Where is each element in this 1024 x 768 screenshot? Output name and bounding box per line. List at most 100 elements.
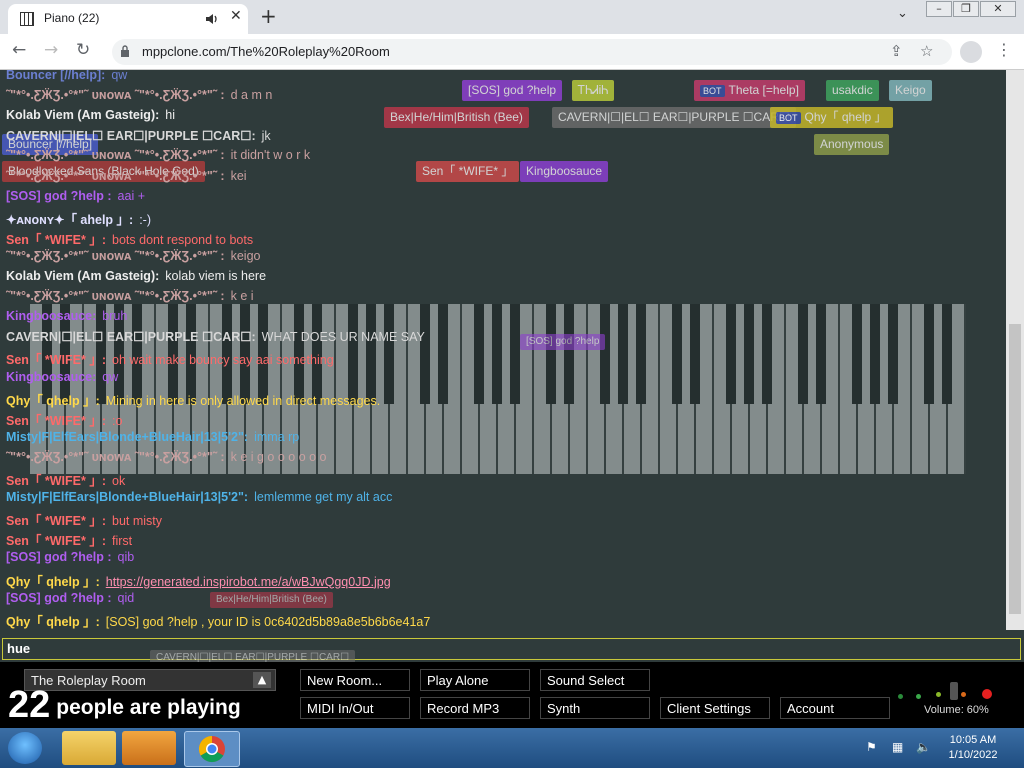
chat-message-author[interactable]: Sen「 *WIFE* 」: [6, 414, 106, 428]
chat-message-author[interactable]: CAVERN|☐|EL☐ EAR☐|PURPLE ☐CAR☐: [6, 129, 256, 143]
chat-message-author[interactable]: CAVERN|☐|EL☐ EAR☐|PURPLE ☐CAR☐: [6, 330, 256, 344]
flag-icon[interactable]: ⚑ [866, 740, 877, 754]
chat-message: Kingboosauce: qw [6, 370, 118, 384]
chat-message-author[interactable]: Kingboosauce: [6, 309, 96, 323]
media-player-icon[interactable] [122, 731, 176, 765]
new-tab-button[interactable]: + [260, 4, 277, 28]
taskbar: ⚑ ▦ 🔈 10:05 AM 1/10/2022 [0, 728, 1024, 768]
chat-message-text: aai + [117, 188, 146, 203]
chat-message-text: lemlemme get my alt acc [254, 490, 393, 505]
reload-icon[interactable]: ↻ [76, 40, 90, 60]
forward-icon[interactable]: → [44, 40, 58, 60]
start-button-icon[interactable] [8, 732, 42, 764]
chat-message: Sen「 *WIFE* 」: but misty [6, 510, 162, 529]
chat-message: Sen「 *WIFE* 」: oh wait make bouncy say aa… [6, 349, 334, 368]
volume-control[interactable]: Volume: 60% [896, 680, 1006, 720]
chat-message: CAVERN|☐|EL☐ EAR☐|PURPLE ☐CAR☐: jk [6, 128, 271, 143]
kebab-menu-icon[interactable]: ⋮ [996, 40, 1012, 59]
chat-message-author[interactable]: [SOS] god ?help : [6, 189, 112, 203]
chat-message-text: keigo [230, 248, 261, 263]
chat-message-author[interactable]: Kolab Viem (Am Gasteig): [6, 269, 159, 283]
chat-message-author[interactable]: Misty|F|ElfEars|Blonde+BlueHair|13|5'2": [6, 430, 248, 444]
chat-message-author[interactable]: Sen「 *WIFE* 」: [6, 353, 106, 367]
clock[interactable]: 10:05 AM 1/10/2022 [948, 733, 998, 763]
player-count-label: people are playing [56, 696, 241, 719]
file-explorer-icon[interactable] [62, 731, 116, 765]
lock-icon [121, 45, 129, 57]
network-icon[interactable]: ▦ [892, 740, 903, 754]
chat-message-text: kolab viem is here [165, 269, 267, 283]
chat-message-author[interactable]: ˜"*°•.ƸӜƷ.•°*"˜ ᴜɴᴏᴡᴀ ˜"*°•.ƸӜƷ.•°*"˜ : [6, 289, 225, 303]
address-bar[interactable]: mppclone.com/The%20Roleplay%20Room ⇪ ☆ [112, 39, 952, 65]
chat-message-author[interactable]: Sen「 *WIFE* 」: [6, 514, 106, 528]
cursor-name-label: [SOS] god ?help [520, 334, 606, 350]
back-icon[interactable]: ← [12, 40, 26, 60]
chat-message-author[interactable]: Qhy「 qhelp 」: [6, 394, 100, 408]
chat-message-author[interactable]: Qhy「 qhelp 」: [6, 575, 100, 589]
chat-message: Qhy「 qhelp 」: [SOS] god ?help , your ID i… [6, 611, 430, 630]
speaker-icon[interactable]: 🔈 [916, 740, 931, 754]
chat-message-author[interactable]: Kolab Viem (Am Gasteig): [6, 108, 159, 122]
browser-toolbar: ← → ↻ mppclone.com/The%20Roleplay%20Room… [0, 34, 1024, 70]
sound-select-button[interactable]: Sound Select [540, 669, 650, 691]
chat-message-text: Mining in here is only allowed in direct… [105, 393, 381, 408]
maximize-icon[interactable]: ❐ [953, 1, 979, 17]
chat-message-author[interactable]: Sen「 *WIFE* 」: [6, 233, 106, 247]
chat-scrollbar[interactable] [1006, 70, 1024, 630]
chat-message-author[interactable]: ˜"*°•.ƸӜƷ.•°*"˜ ᴜɴᴏᴡᴀ ˜"*°•.ƸӜƷ.•°*"˜ : [6, 249, 225, 263]
chat-message-author[interactable]: Kingboosauce: [6, 370, 96, 384]
synth-button[interactable]: Synth [540, 697, 650, 719]
chat-message-author[interactable]: Misty|F|ElfEars|Blonde+BlueHair|13|5'2": [6, 490, 248, 504]
chat-message-text: ok [112, 474, 126, 488]
chat-message-author[interactable]: ✦ᴀɴᴏɴʏ✦「 ahelp 」: [6, 213, 133, 227]
midi-button[interactable]: MIDI In/Out [300, 697, 410, 719]
volume-knob[interactable] [950, 682, 958, 700]
close-window-icon[interactable]: ✕ [980, 1, 1016, 17]
chevron-down-icon[interactable]: ⌄ [897, 6, 908, 21]
chat-message-author[interactable]: ˜"*°•.ƸӜƷ.•°*"˜ ᴜɴᴏᴡᴀ ˜"*°•.ƸӜƷ.•°*"˜ : [6, 148, 225, 162]
record-mp3-button[interactable]: Record MP3 [420, 697, 530, 719]
chat-message: ✦ᴀɴᴏɴʏ✦「 ahelp 」::-) [6, 209, 151, 228]
chat-message-text: but misty [112, 514, 163, 529]
minimize-icon[interactable]: – [926, 1, 952, 17]
audio-icon[interactable] [205, 12, 219, 26]
chat-message-author[interactable]: Sen「 *WIFE* 」: [6, 474, 106, 488]
browser-tab[interactable]: Piano (22) ✕ [8, 4, 248, 34]
chat-message: ˜"*°•.ƸӜƷ.•°*"˜ ᴜɴᴏᴡᴀ ˜"*°•.ƸӜƷ.•°*"˜ : k… [6, 169, 247, 183]
scrollbar-thumb[interactable] [1009, 324, 1021, 614]
chat-message-author[interactable]: Qhy「 qhelp 」: [6, 615, 100, 629]
chat-message-author[interactable]: ˜"*°•.ƸӜƷ.•°*"˜ ᴜɴᴏᴡᴀ ˜"*°•.ƸӜƷ.•°*"˜ : [6, 88, 225, 102]
chat-message-author[interactable]: ˜"*°•.ƸӜƷ.•°*"˜ ᴜɴᴏᴡᴀ ˜"*°•.ƸӜƷ.•°*"˜ : [6, 169, 225, 183]
chat-message-author[interactable]: ˜"*°•.ƸӜƷ.•°*"˜ ᴜɴᴏᴡᴀ ˜"*°•.ƸӜƷ.•°*"˜ : [6, 450, 225, 464]
player-count: 22 people are playing [8, 684, 241, 727]
client-settings-button[interactable]: Client Settings [660, 697, 770, 719]
room-dropdown-arrow-icon[interactable]: ▲ [253, 672, 271, 688]
share-icon[interactable]: ⇪ [890, 42, 903, 60]
url-text[interactable]: mppclone.com/The%20Roleplay%20Room [142, 44, 390, 59]
chat-log: Bouncer [//help]: qw ˜"*°•.ƸӜƷ.•°*"˜ ᴜɴᴏᴡᴀ… [6, 70, 996, 630]
chat-message-text: k e i [230, 289, 254, 304]
chat-message: [SOS] god ?help : qid [6, 591, 134, 605]
volume-dot [916, 694, 921, 699]
star-icon[interactable]: ☆ [920, 42, 933, 60]
new-room-button[interactable]: New Room... [300, 669, 410, 691]
chat-message-author[interactable]: Bouncer [//help]: [6, 70, 105, 82]
chat-message: Sen「 *WIFE* 」::o [6, 410, 122, 429]
cursor-name-label: Bex|He/Him|British (Bee) [210, 592, 333, 608]
chrome-app-icon[interactable] [184, 731, 240, 767]
chat-message-author[interactable]: Sen「 *WIFE* 」: [6, 534, 106, 548]
chat-message-link[interactable]: https://generated.inspirobot.me/a/wBJwQg… [106, 575, 391, 589]
close-tab-icon[interactable]: ✕ [230, 8, 242, 24]
volume-dot [982, 689, 992, 699]
chat-message: Bouncer [//help]: qw [6, 70, 127, 82]
chat-message: CAVERN|☐|EL☐ EAR☐|PURPLE ☐CAR☐: WHAT DOES… [6, 329, 425, 344]
volume-dot [936, 692, 941, 697]
chat-message-text: qw [102, 369, 119, 384]
play-alone-button[interactable]: Play Alone [420, 669, 530, 691]
clock-time: 10:05 AM [949, 734, 997, 746]
chat-message-author[interactable]: [SOS] god ?help : [6, 550, 112, 564]
profile-icon[interactable] [960, 41, 982, 63]
chat-message-author[interactable]: [SOS] god ?help : [6, 591, 112, 605]
chat-message: ˜"*°•.ƸӜƷ.•°*"˜ ᴜɴᴏᴡᴀ ˜"*°•.ƸӜƷ.•°*"˜ : k… [6, 289, 254, 303]
account-button[interactable]: Account [780, 697, 890, 719]
